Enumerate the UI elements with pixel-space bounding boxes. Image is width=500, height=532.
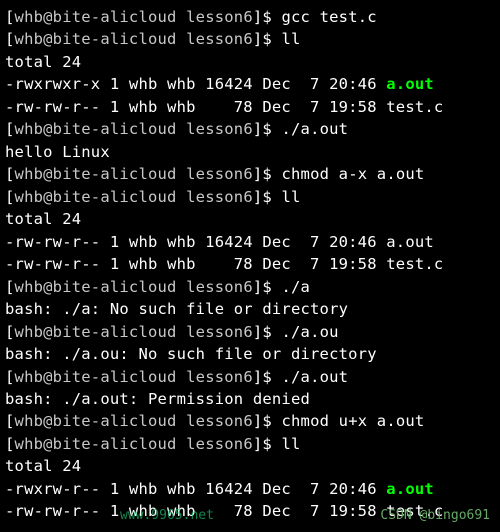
ls-entry: -rw-rw-r-- 1 whb whb 78 Dec 7 19:58 test… (5, 253, 495, 275)
output-line: hello Linux (5, 141, 495, 163)
shell-prompt[interactable]: [whb@bite-alicloud lesson6]$ ./a.out (5, 118, 495, 140)
output-line: total 24 (5, 208, 495, 230)
shell-prompt[interactable]: [whb@bite-alicloud lesson6]$ ./a.out (5, 366, 495, 388)
watermark-right: CSDN @bingo691 (380, 507, 490, 526)
output-line: bash: ./a.ou: No such file or directory (5, 343, 495, 365)
shell-prompt[interactable]: [whb@bite-alicloud lesson6]$ ll (5, 28, 495, 50)
shell-prompt[interactable]: [whb@bite-alicloud lesson6]$ ll (5, 186, 495, 208)
shell-prompt[interactable]: [whb@bite-alicloud lesson6]$ ./a.ou (5, 321, 495, 343)
shell-prompt[interactable]: [whb@bite-alicloud lesson6]$ chmod a-x a… (5, 163, 495, 185)
output-line: total 24 (5, 455, 495, 477)
watermark-left: www.9965.net (120, 507, 214, 526)
shell-prompt[interactable]: [whb@bite-alicloud lesson6]$ ./a (5, 276, 495, 298)
output-line: bash: ./a.out: Permission denied (5, 388, 495, 410)
shell-prompt[interactable]: [whb@bite-alicloud lesson6]$ chmod u+x a… (5, 410, 495, 432)
ls-entry: -rw-rw-r-- 1 whb whb 16424 Dec 7 20:46 a… (5, 231, 495, 253)
output-line: bash: ./a: No such file or directory (5, 298, 495, 320)
ls-entry: -rwxrwxr-x 1 whb whb 16424 Dec 7 20:46 a… (5, 73, 495, 95)
ls-entry: -rwxrw-r-- 1 whb whb 16424 Dec 7 20:46 a… (5, 478, 495, 500)
terminal[interactable]: [whb@bite-alicloud lesson6]$ gcc test.c[… (0, 0, 500, 523)
shell-prompt[interactable]: [whb@bite-alicloud lesson6]$ gcc test.c (5, 6, 495, 28)
output-line: total 24 (5, 51, 495, 73)
shell-prompt[interactable]: [whb@bite-alicloud lesson6]$ ll (5, 433, 495, 455)
ls-entry: -rw-rw-r-- 1 whb whb 78 Dec 7 19:58 test… (5, 96, 495, 118)
